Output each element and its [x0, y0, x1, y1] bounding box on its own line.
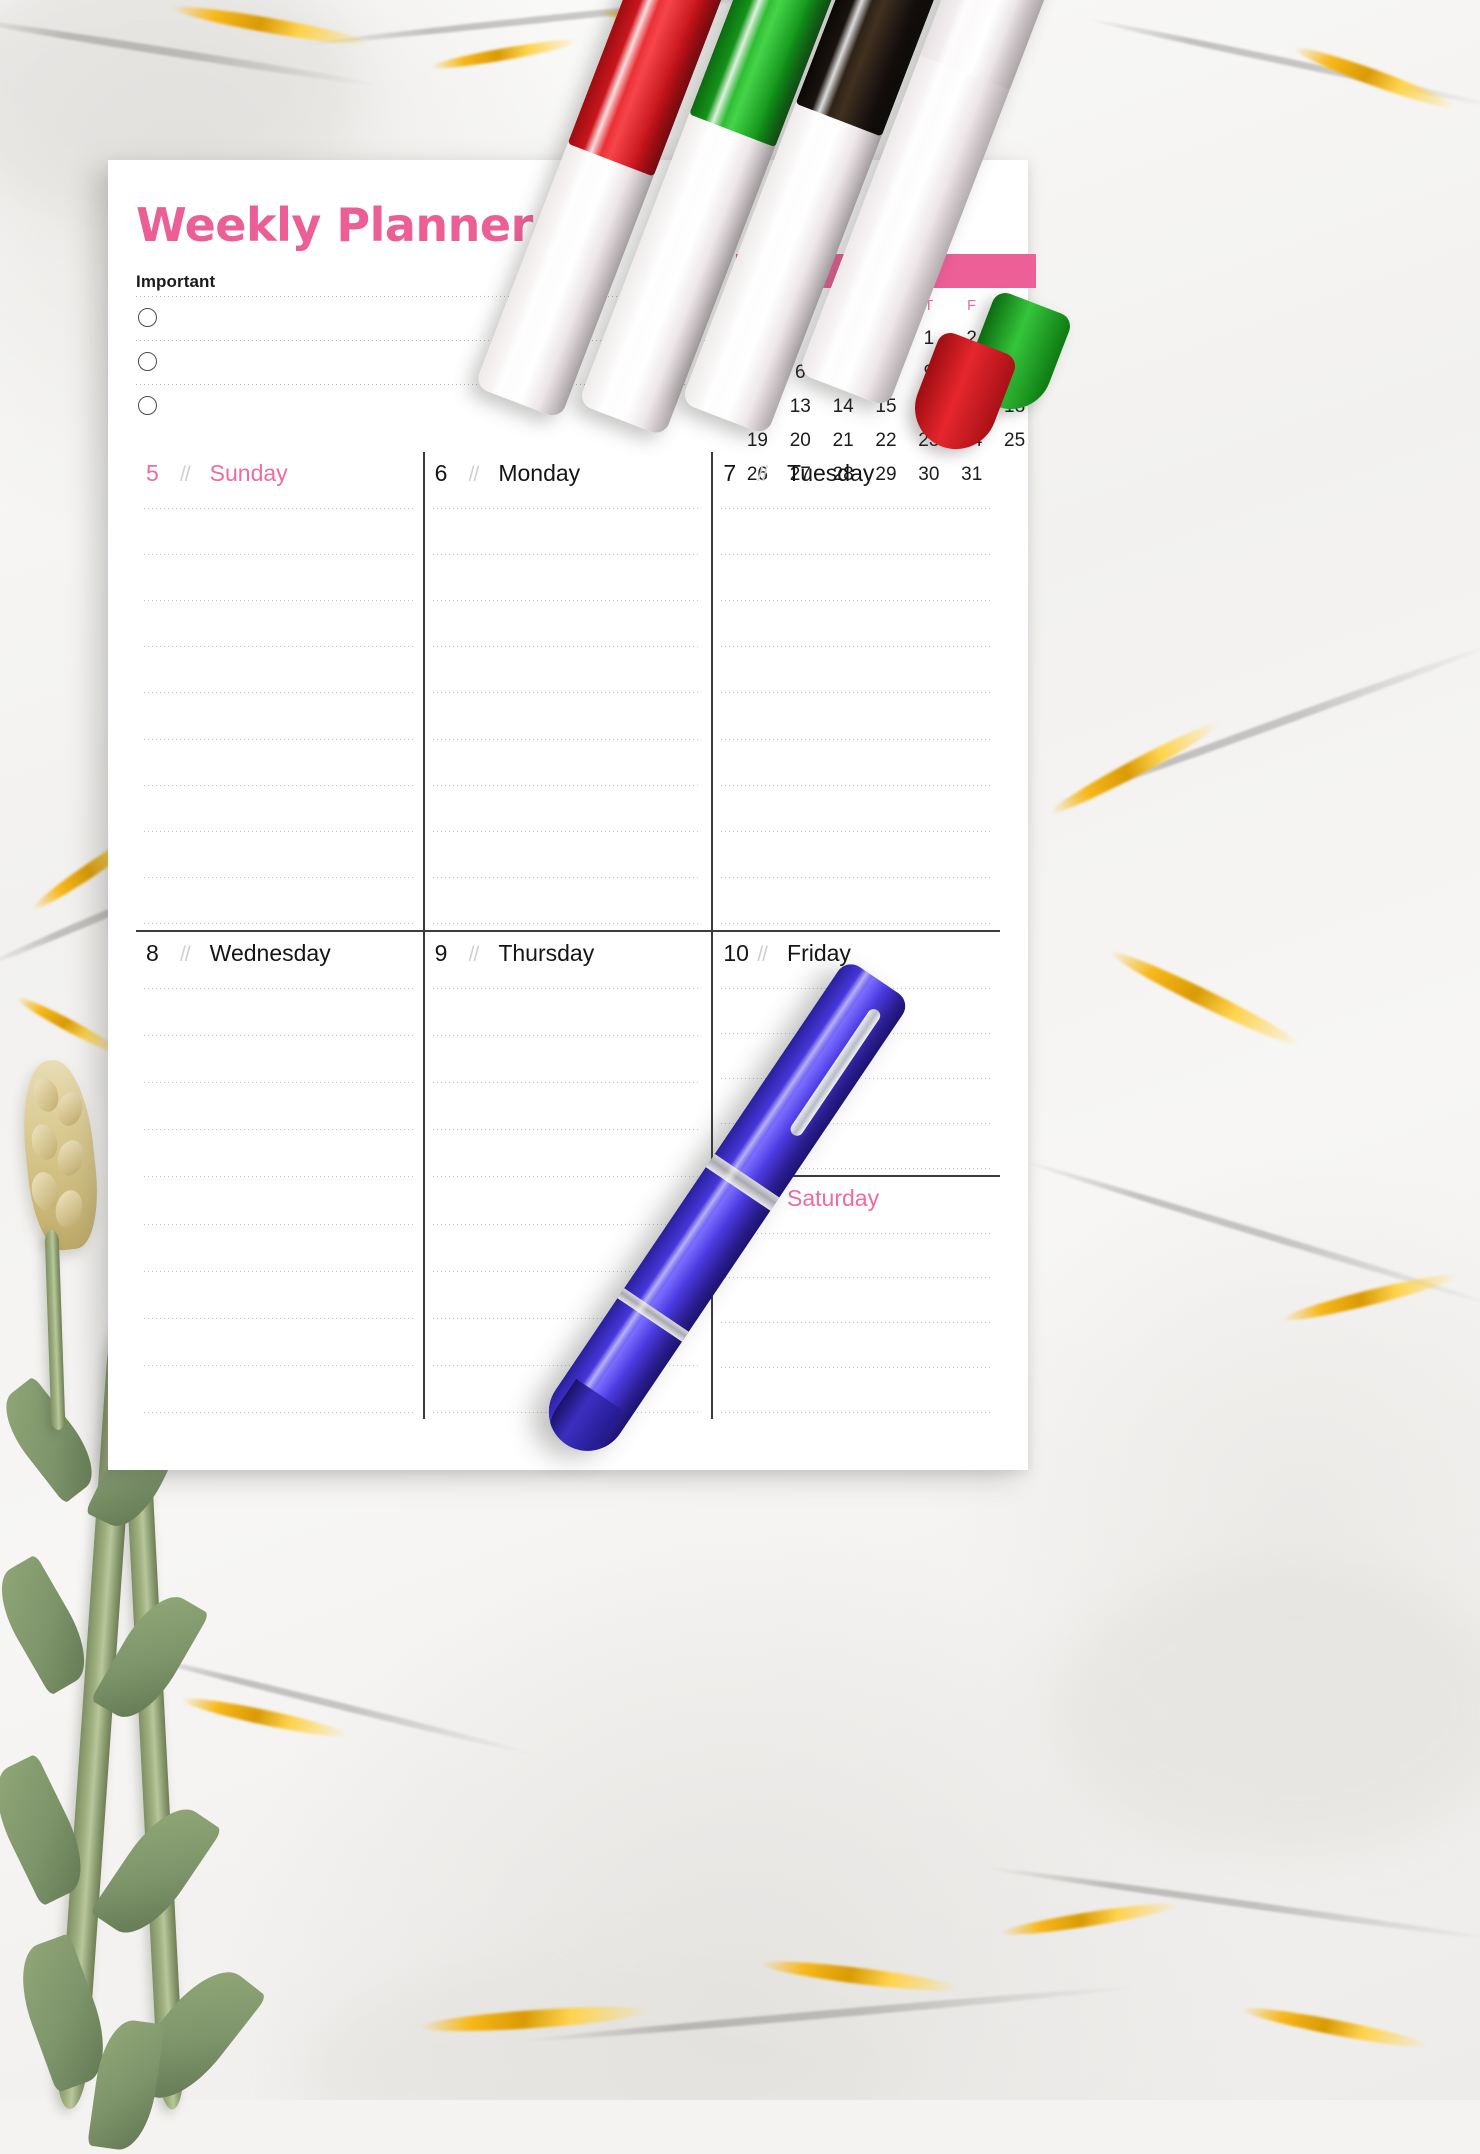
day-cell-tuesday[interactable]: 7 // Tuesday [711, 452, 1000, 930]
writing-line [721, 1367, 991, 1369]
writing-line [432, 692, 702, 694]
writing-line [432, 554, 702, 556]
writing-line [432, 1082, 702, 1084]
writing-line [144, 1364, 413, 1366]
writing-lines[interactable] [432, 508, 702, 924]
writing-line [432, 784, 702, 786]
day-name: Thursday [498, 940, 595, 966]
writing-line [144, 1270, 413, 1272]
writing-line [432, 508, 702, 509]
writing-line [721, 600, 991, 602]
writing-line [144, 600, 413, 602]
writing-line [144, 784, 413, 786]
day-name: Sunday [209, 460, 288, 486]
day-separator-icon: // [757, 463, 768, 486]
day-number: 9 [434, 940, 448, 966]
day-header: 9 // Thursday [435, 940, 595, 967]
writing-lines[interactable] [144, 988, 413, 1413]
writing-line [144, 738, 413, 740]
writing-lines[interactable] [721, 1232, 991, 1413]
writing-line [432, 646, 702, 648]
writing-line [144, 1035, 413, 1037]
writing-line [432, 988, 702, 989]
calendar-day[interactable]: 13 [779, 396, 822, 418]
checkbox-circle-icon[interactable] [138, 396, 157, 415]
writing-line [144, 922, 413, 924]
writing-line [144, 830, 413, 832]
day-number: 10 [723, 940, 749, 966]
day-separator-icon: // [757, 943, 768, 966]
week-row-top: 5 // Sunday 6 // Monday 7 // Tuesday [136, 452, 1000, 932]
calendar-day[interactable]: 19 [736, 430, 779, 452]
writing-line [432, 1035, 702, 1037]
day-header: 7 // Tuesday [723, 460, 874, 487]
writing-line [432, 830, 702, 832]
writing-line [721, 830, 991, 832]
writing-line [432, 1129, 702, 1131]
writing-line [721, 1322, 991, 1324]
writing-line [721, 876, 991, 878]
writing-line [432, 922, 702, 924]
day-header: 8 // Wednesday [146, 940, 331, 967]
calendar-day[interactable]: 21 [822, 430, 865, 452]
writing-line [144, 692, 413, 694]
calendar-day[interactable]: 22 [865, 430, 908, 452]
checkbox-circle-icon[interactable] [138, 308, 157, 327]
day-header: 10 // Friday [723, 940, 851, 967]
calendar-weekday: F [966, 297, 977, 314]
day-name: Tuesday [787, 460, 875, 486]
day-cell-wednesday[interactable]: 8 // Wednesday [136, 932, 423, 1419]
day-header: 5 // Sunday [146, 460, 288, 487]
writing-line [144, 1129, 413, 1131]
day-number: 5 [146, 460, 159, 486]
writing-line [721, 692, 991, 694]
calendar-day[interactable]: 14 [822, 396, 865, 418]
writing-line [432, 1176, 702, 1178]
page-title: Weekly Planner [136, 198, 533, 252]
writing-line [721, 1412, 991, 1413]
week-grid: 5 // Sunday 6 // Monday 7 // Tuesday 8 /… [136, 452, 1001, 1454]
writing-line [144, 876, 413, 878]
day-number: 8 [146, 940, 159, 966]
writing-line [721, 922, 991, 924]
day-name: Wednesday [209, 940, 331, 966]
writing-line [144, 1082, 413, 1084]
writing-line [144, 988, 413, 989]
writing-line [144, 1176, 413, 1178]
checkbox-circle-icon[interactable] [138, 352, 157, 371]
day-name: Monday [498, 460, 581, 486]
day-number: 6 [434, 460, 448, 486]
writing-line [144, 1223, 413, 1225]
writing-line [432, 738, 702, 740]
day-cell-monday[interactable]: 6 // Monday [422, 452, 712, 930]
day-separator-icon: // [180, 943, 191, 966]
writing-line [432, 876, 702, 878]
day-separator-icon: // [468, 463, 480, 486]
writing-line [721, 554, 991, 556]
writing-line [144, 1317, 413, 1319]
writing-line [721, 508, 991, 509]
writing-line [144, 1411, 413, 1413]
writing-line [144, 508, 413, 509]
day-name: Friday [787, 940, 851, 966]
calendar-day[interactable]: 20 [779, 430, 822, 452]
day-header: 6 // Monday [435, 460, 581, 487]
writing-lines[interactable] [144, 508, 413, 924]
day-number: 7 [723, 460, 737, 486]
writing-line [144, 646, 413, 648]
calendar-day[interactable]: 25 [993, 430, 1036, 452]
writing-line [721, 1277, 991, 1279]
writing-line [144, 554, 413, 556]
writing-lines[interactable] [721, 508, 991, 924]
day-name: Saturday [787, 1184, 880, 1211]
writing-line [721, 784, 991, 786]
day-separator-icon: // [468, 943, 480, 966]
writing-line [721, 1232, 991, 1234]
writing-line [721, 646, 991, 648]
writing-line [432, 1223, 702, 1225]
day-cell-sunday[interactable]: 5 // Sunday [136, 452, 423, 930]
writing-line [432, 600, 702, 602]
writing-line [721, 738, 991, 740]
day-separator-icon: // [180, 463, 191, 486]
